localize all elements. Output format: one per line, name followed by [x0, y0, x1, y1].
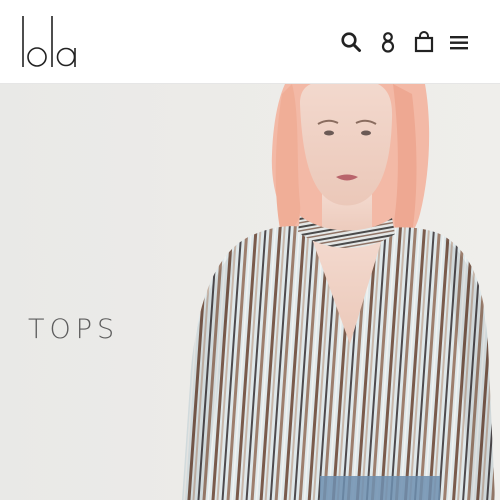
cart-icon[interactable]	[411, 28, 437, 56]
model-photo	[182, 84, 495, 500]
hero-banner[interactable]: TOPS	[0, 84, 500, 500]
hero-title[interactable]: TOPS	[28, 314, 119, 345]
account-icon[interactable]	[375, 28, 401, 56]
brand-logo[interactable]	[20, 14, 80, 70]
search-icon[interactable]	[338, 28, 364, 56]
site-header	[0, 0, 500, 84]
menu-icon[interactable]	[446, 28, 472, 56]
